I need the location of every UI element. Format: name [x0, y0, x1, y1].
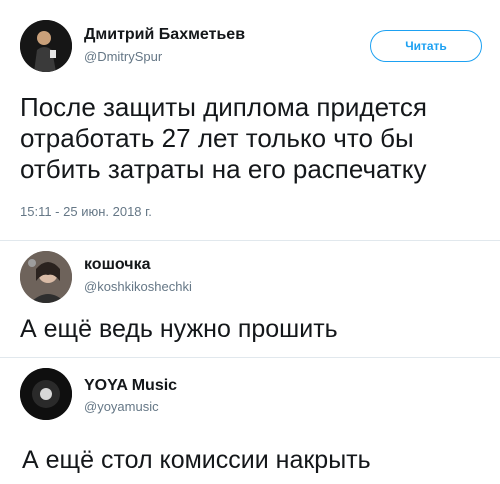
person-avatar-icon	[20, 20, 72, 72]
author-handle[interactable]: @koshkikoshechki	[84, 279, 192, 294]
reply-text: А ещё ведь нужно прошить	[20, 315, 338, 343]
author-handle[interactable]: @DmitrySpur	[84, 49, 162, 64]
avatar[interactable]	[20, 20, 72, 72]
author-name[interactable]: YOYA Music	[84, 377, 177, 395]
reply-tweet: кошочка @koshkikoshechki А ещё ведь нужн…	[0, 241, 500, 357]
author-name[interactable]: Дмитрий Бахметьев	[84, 26, 245, 44]
avatar[interactable]	[20, 251, 72, 303]
person-avatar-icon	[20, 251, 72, 303]
brand-logo-icon	[20, 368, 72, 420]
author-handle[interactable]: @yoyamusic	[84, 399, 159, 414]
tweet-text-line-1: После защиты диплома придется	[20, 92, 427, 122]
tweet-text-line-2: отработать 27 лет только что бы	[20, 123, 414, 153]
avatar[interactable]	[20, 368, 72, 420]
author-name[interactable]: кошочка	[84, 256, 150, 274]
tweet-timestamp[interactable]: 15:11 - 25 июн. 2018 г.	[20, 204, 152, 219]
reply-text: А ещё стол комиссии накрыть	[22, 446, 371, 474]
main-tweet: Дмитрий Бахметьев @DmitrySpur Читать Пос…	[0, 0, 500, 240]
follow-button[interactable]: Читать	[370, 30, 482, 62]
tweet-text-line-3: отбить затраты на его распечатку	[20, 154, 427, 184]
reply-tweet: YOYA Music @yoyamusic А ещё стол комисси…	[0, 358, 500, 484]
